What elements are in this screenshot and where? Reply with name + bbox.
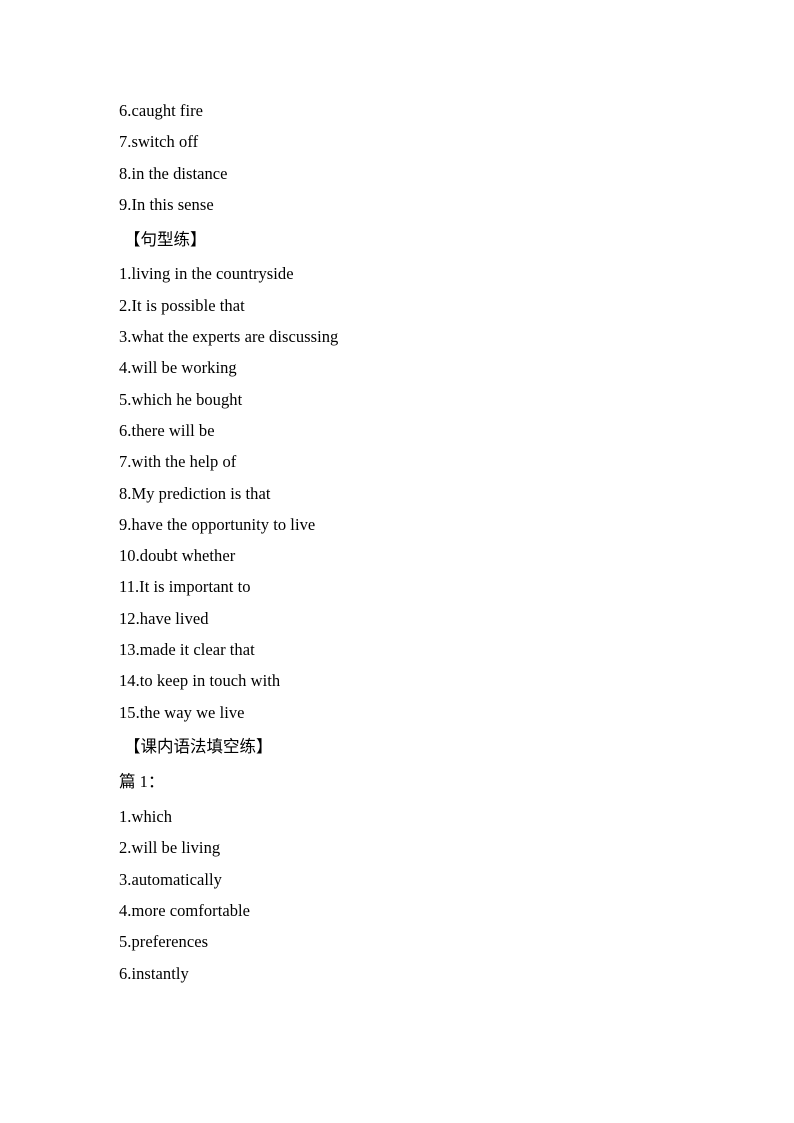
answer-list-vocabulary: 6.caught fire 7.switch off 8.in the dist… [119, 95, 679, 220]
answer-list-passage-1: 1.which 2.will be living 3.automatically… [119, 801, 679, 989]
list-item: 3.what the experts are discussing [119, 327, 339, 347]
list-item: 4.will be working [119, 358, 237, 378]
list-item: 12.have lived [119, 608, 209, 628]
list-item: 6.there will be [119, 420, 215, 440]
list-item: 14.to keep in touch with [119, 671, 281, 691]
list-item: 5.preferences [119, 932, 209, 952]
list-item: 6.instantly [119, 963, 189, 983]
list-item: 4.more comfortable [119, 900, 251, 920]
list-item: 8.My prediction is that [119, 483, 271, 503]
list-item: 1.which [119, 807, 173, 827]
list-item: 9.have the opportunity to live [119, 514, 316, 534]
list-item: 5.which he bought [119, 389, 243, 409]
list-item: 2.will be living [119, 838, 221, 858]
list-item: 7.with the help of [119, 452, 237, 472]
answer-list-sentence-patterns: 1.living in the countryside 2.It is poss… [119, 258, 679, 727]
list-item: 6.caught fire [119, 101, 204, 120]
list-item: 3.automatically [119, 869, 222, 889]
document-body: 6.caught fire 7.switch off 8.in the dist… [119, 95, 679, 989]
list-item: 13.made it clear that [119, 640, 255, 660]
list-item: 15.the way we live [119, 702, 245, 722]
list-item: 10.doubt whether [119, 546, 236, 566]
section-heading-grammar-fill-in: 【课内语法填空练】 [124, 737, 273, 757]
list-item: 7.switch off [119, 132, 199, 152]
list-item: 11.It is important to [119, 577, 251, 597]
passage-heading: 篇 1： [119, 772, 165, 792]
list-item: 9.In this sense [119, 194, 214, 214]
list-item: 1.living in the countryside [119, 264, 294, 284]
list-item: 2.It is possible that [119, 295, 245, 315]
section-heading-sentence-patterns: 【句型练】 [124, 229, 207, 249]
list-item: 8.in the distance [119, 163, 228, 183]
document-page: 6.caught fire 7.switch off 8.in the dist… [0, 0, 794, 1123]
